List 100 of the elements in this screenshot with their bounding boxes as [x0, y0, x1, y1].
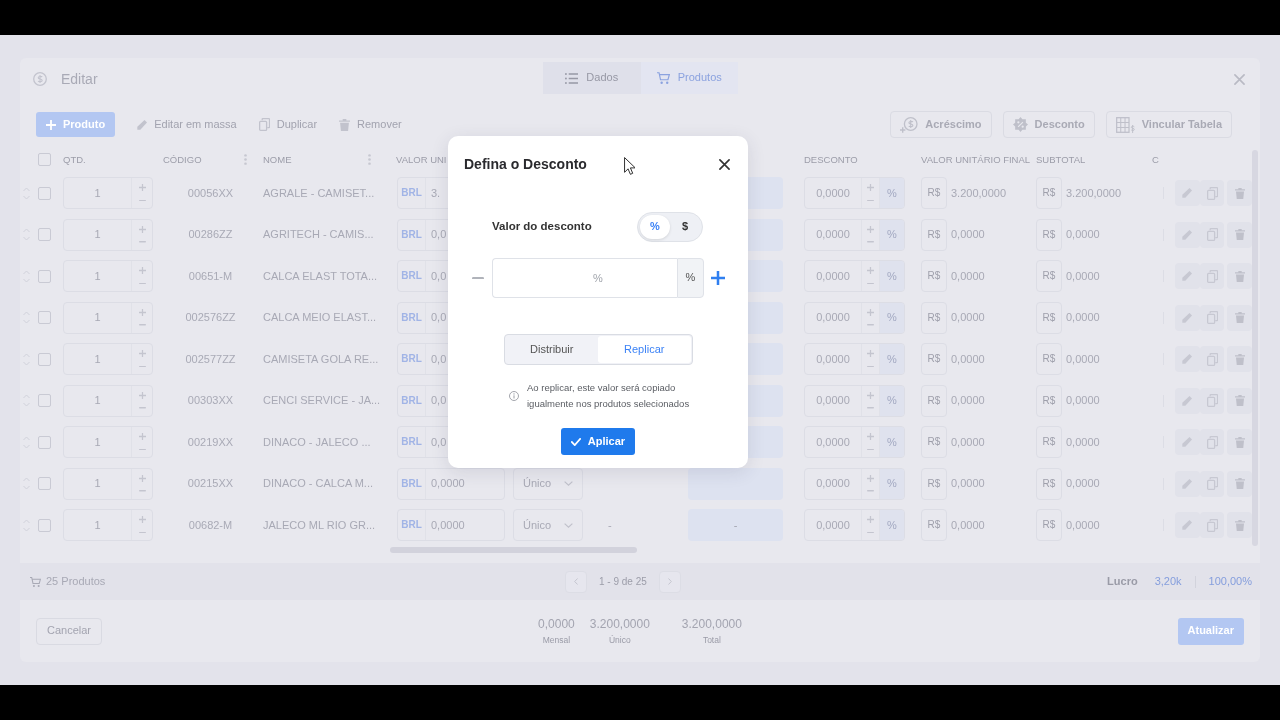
minus-icon[interactable]	[138, 531, 146, 534]
delete-button[interactable]	[1227, 180, 1252, 207]
minus-icon[interactable]	[138, 365, 146, 368]
segment-option[interactable]: Distribuir	[505, 336, 598, 363]
row-checkbox[interactable]	[38, 186, 51, 200]
minus-icon[interactable]	[867, 324, 874, 326]
discount-field[interactable]: 0,0000	[805, 302, 862, 333]
discount-input-group[interactable]: 0,0000 %	[804, 177, 905, 210]
duplicate-button[interactable]	[1199, 470, 1225, 497]
surcharge-button[interactable]: Acréscimo	[890, 111, 992, 138]
minus-icon[interactable]	[867, 531, 874, 534]
delete-button[interactable]	[1227, 387, 1252, 414]
delete-button[interactable]	[1227, 346, 1252, 373]
discount-field[interactable]: 0,0000	[805, 510, 862, 541]
quantity-field[interactable]: 1	[64, 261, 132, 292]
row-checkbox[interactable]	[38, 311, 51, 325]
toggle-option[interactable]: $	[670, 215, 700, 239]
quantity-stepper[interactable]: 1	[63, 260, 153, 293]
minus-icon[interactable]	[867, 241, 874, 243]
quantity-stepper[interactable]: 1	[63, 467, 153, 500]
duplicate-button[interactable]	[1199, 263, 1225, 290]
quantity-stepper[interactable]: 1	[63, 426, 153, 459]
plus-icon[interactable]	[711, 271, 725, 285]
next-page-button[interactable]	[658, 570, 681, 593]
quantity-stepper[interactable]: 1	[63, 343, 153, 376]
discount-input-group[interactable]: 0,0000 %	[804, 467, 905, 500]
delete-button[interactable]	[1227, 512, 1252, 539]
update-button[interactable]: Atualizar	[1177, 617, 1244, 645]
delete-button[interactable]	[1227, 221, 1252, 248]
minus-icon[interactable]	[138, 282, 146, 285]
delete-button[interactable]	[1227, 304, 1252, 331]
minus-icon[interactable]	[138, 199, 146, 202]
duplicate-button[interactable]	[1199, 304, 1225, 331]
discount-field[interactable]: 0,0000	[805, 178, 862, 209]
discount-field[interactable]: 0,0000	[805, 219, 862, 250]
row-checkbox[interactable]	[38, 435, 51, 449]
minus-icon[interactable]	[138, 407, 146, 409]
quantity-stepper[interactable]: 1	[63, 177, 153, 210]
minus-icon[interactable]	[138, 448, 146, 451]
previous-page-button[interactable]	[565, 570, 587, 593]
edit-button[interactable]	[1175, 470, 1200, 497]
minus-icon[interactable]	[867, 282, 874, 285]
discount-input-group[interactable]: 0,0000 %	[804, 301, 905, 334]
edit-button[interactable]	[1175, 512, 1200, 539]
minus-icon[interactable]	[867, 490, 874, 492]
discount-field[interactable]: 0,0000	[805, 261, 862, 292]
edit-button[interactable]	[1175, 180, 1200, 207]
duplicate-button[interactable]	[1199, 221, 1225, 248]
discount-input-group[interactable]: 0,0000 %	[804, 384, 905, 417]
segment-option[interactable]: Replicar	[598, 336, 691, 363]
quantity-field[interactable]: 1	[64, 302, 132, 333]
duplicate-button[interactable]	[1199, 512, 1225, 539]
unit-toggle[interactable]: % $	[637, 212, 703, 242]
apply-button[interactable]: Aplicar	[561, 428, 635, 455]
select-all-checkbox[interactable]	[38, 153, 51, 167]
unit-dropdown[interactable]: Único	[513, 509, 583, 542]
minus-icon[interactable]	[867, 365, 874, 368]
minus-icon[interactable]	[867, 448, 874, 451]
discount-button[interactable]: Desconto	[1002, 111, 1095, 138]
row-checkbox[interactable]	[38, 394, 51, 408]
discount-input[interactable]: %	[492, 258, 677, 298]
discount-input-group[interactable]: 0,0000 %	[804, 260, 905, 293]
quantity-field[interactable]: 1	[64, 427, 132, 458]
close-icon[interactable]	[719, 158, 730, 170]
minus-icon[interactable]	[138, 241, 146, 243]
discount-input-group[interactable]: 0,0000 %	[804, 509, 905, 542]
quantity-field[interactable]: 1	[64, 219, 132, 250]
tab[interactable]: Dados	[543, 62, 641, 94]
duplicate-button[interactable]	[1199, 346, 1225, 373]
link-table-button[interactable]: Vincular Tabela	[1105, 111, 1232, 138]
add-product-button[interactable]: Produto	[36, 112, 116, 137]
duplicate-button[interactable]	[1199, 387, 1225, 414]
quantity-field[interactable]: 1	[64, 385, 132, 416]
delete-button[interactable]	[1227, 263, 1252, 290]
edit-button[interactable]	[1175, 304, 1200, 331]
edit-button[interactable]	[1175, 221, 1200, 248]
row-checkbox[interactable]	[38, 228, 51, 242]
discount-input-group[interactable]: 0,0000 %	[804, 218, 905, 251]
discount-field[interactable]: 0,0000	[805, 427, 862, 458]
edit-button[interactable]	[1175, 429, 1200, 456]
unit-price-field[interactable]: 0,0000	[426, 510, 504, 541]
discount-field[interactable]: 0,0000	[805, 385, 862, 416]
delete-button[interactable]	[1227, 470, 1252, 497]
minus-icon[interactable]	[138, 490, 146, 492]
quantity-stepper[interactable]: 1	[63, 301, 153, 334]
minus-icon[interactable]	[138, 324, 146, 326]
quantity-stepper[interactable]: 1	[63, 218, 153, 251]
delete-button[interactable]	[1227, 429, 1252, 456]
quantity-stepper[interactable]: 1	[63, 509, 153, 542]
discount-input-group[interactable]: 0,0000 %	[804, 426, 905, 459]
row-checkbox[interactable]	[38, 352, 51, 366]
quantity-field[interactable]: 1	[64, 510, 132, 541]
quantity-field[interactable]: 1	[64, 178, 132, 209]
row-checkbox[interactable]	[38, 477, 51, 491]
edit-button[interactable]	[1175, 387, 1200, 414]
quantity-field[interactable]: 1	[64, 344, 132, 375]
duplicate-button[interactable]	[1199, 180, 1225, 207]
quantity-field[interactable]: 1	[64, 468, 132, 499]
quantity-stepper[interactable]: 1	[63, 384, 153, 417]
edit-button[interactable]	[1175, 346, 1200, 373]
